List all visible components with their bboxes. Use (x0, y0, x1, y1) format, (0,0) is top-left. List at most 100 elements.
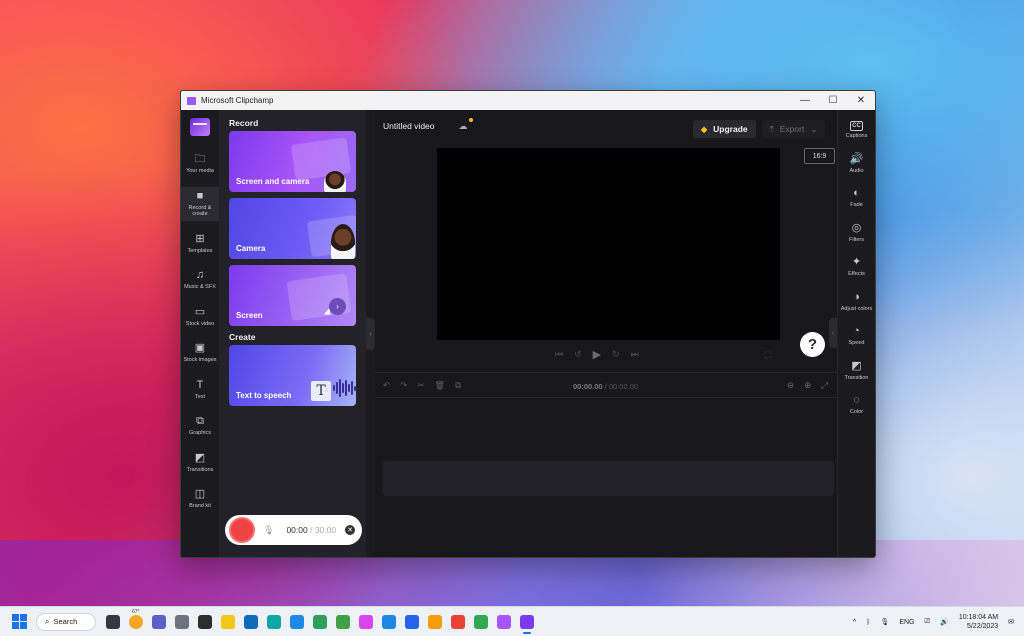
toolbar-item-transition[interactable]: ◩ Transition (845, 360, 869, 382)
toolbar-item-label: Effects (848, 271, 865, 277)
bluetooth-icon[interactable]: ᛒ (866, 619, 870, 626)
edge-beta-icon[interactable] (290, 614, 304, 629)
screen-card[interactable]: › Screen (229, 265, 356, 326)
snipping-tool-icon[interactable] (359, 614, 373, 629)
close-button[interactable]: ✕ (847, 91, 875, 110)
sidebar-item-stock-video[interactable]: ▭ Stock video (181, 303, 219, 331)
undo-icon[interactable]: ↶ (383, 380, 390, 391)
sidebar-item-templates[interactable]: ⊞ Templates (181, 230, 219, 258)
file-explorer-icon[interactable] (221, 614, 235, 629)
maximize-button[interactable]: ☐ (819, 91, 847, 110)
terminal-icon[interactable] (198, 614, 212, 629)
clipchamp-icon[interactable] (520, 614, 534, 634)
taskbar-search-box[interactable]: ⌕ Search (36, 612, 96, 631)
sidebar-item-music-sfx[interactable]: ♫ Music & SFX (181, 266, 219, 294)
fullscreen-icon[interactable]: ⛶ (765, 350, 771, 361)
show-hidden-icons-icon[interactable]: ^ (853, 619, 856, 626)
edge-icon[interactable] (267, 614, 281, 629)
skip-forward-icon[interactable]: ⏭ (631, 349, 639, 361)
sidebar-item-transitions[interactable]: ◩ Transitions (181, 449, 219, 477)
sidebar-item-label: Templates (187, 247, 213, 254)
minimize-button[interactable]: — (791, 91, 819, 110)
fit-timeline-icon[interactable]: ⤢ (821, 380, 828, 391)
delete-icon[interactable]: 🗑 (434, 380, 445, 391)
microphone-tray-icon[interactable]: 🎙 (880, 618, 889, 626)
sidebar-item-label: Transitions (186, 466, 214, 473)
export-button[interactable]: ⤒ Export ⌄ (762, 120, 826, 138)
chrome-canary-icon[interactable] (428, 614, 442, 629)
toolbar-item-label: Transition (844, 374, 869, 381)
aspect-ratio-button[interactable]: 16:9 (804, 148, 835, 164)
app-grid-icon[interactable] (474, 614, 488, 629)
screen-and-camera-card[interactable]: Screen and camera (229, 131, 356, 192)
timeline-track[interactable] (383, 461, 834, 496)
volume-icon[interactable]: 🔊 (940, 618, 949, 626)
rewind-icon[interactable]: ↺ (574, 349, 582, 361)
help-button[interactable]: ? (800, 332, 825, 357)
window-title: Microsoft Clipchamp (201, 96, 274, 105)
toolbar-item-filters[interactable]: ◎ Filters (849, 222, 864, 244)
notification-icon[interactable]: ✉ (1008, 618, 1014, 626)
sidebar-item-stock-images[interactable]: ▣ Stock images (181, 339, 219, 367)
microphone-icon[interactable]: 🎙 (263, 525, 274, 536)
weather-icon[interactable]: 67° (129, 609, 143, 629)
clipchamp-logo-icon[interactable] (190, 118, 210, 136)
divider (375, 372, 837, 373)
close-recorder-icon[interactable]: ✕ (345, 525, 356, 535)
record-button[interactable] (229, 517, 255, 543)
waveform-icon (333, 377, 356, 399)
sidebar-item-graphics[interactable]: ⧉ Graphics (181, 412, 219, 440)
clipchamp-app-icon (187, 96, 196, 105)
sidebar-item-text[interactable]: T Text (181, 376, 219, 404)
effects-icon: ✦ (851, 256, 862, 268)
duplicate-icon[interactable]: ⧉ (455, 380, 461, 391)
toolbar-item-audio[interactable]: 🔊 Audio (849, 153, 863, 175)
toolbar-item-captions[interactable]: CC Captions (846, 120, 867, 140)
windows-start-icon[interactable] (12, 614, 27, 629)
camera-person-thumbnail (331, 224, 355, 259)
toolbar-item-fade[interactable]: ◐ Fade (850, 187, 863, 209)
settings-icon[interactable] (175, 614, 189, 629)
text-to-speech-card[interactable]: T Text to speech (229, 345, 356, 406)
split-icon[interactable]: ✂ (417, 380, 424, 391)
toolbar-item-color[interactable]: ◌ Color (850, 394, 863, 416)
paint-icon[interactable] (497, 614, 511, 629)
edge-canary-icon[interactable] (336, 614, 350, 629)
input-language[interactable]: ENG (899, 619, 914, 626)
notepad-icon[interactable] (382, 614, 396, 629)
collapse-panel-button[interactable]: ‹ (366, 317, 375, 350)
camera-card[interactable]: Camera (229, 198, 356, 259)
windows-taskbar: ⌕ Search 67° ^ ᛒ 🎙 ENG ⎚ 🔊 10:18:04 AM 5… (0, 606, 1024, 636)
toolbar-item-speed[interactable]: ◔ Speed (849, 325, 865, 347)
forward-icon[interactable]: ↻ (612, 349, 620, 361)
upload-icon: ⤒ (770, 123, 774, 134)
play-icon[interactable]: ▶ (593, 348, 601, 361)
redo-icon[interactable]: ↷ (400, 380, 407, 391)
time-total: 00:00.00 (608, 382, 639, 391)
toolbar-item-label: Audio (849, 167, 864, 174)
toolbar-item-adjust-colors[interactable]: ◑ Adjust colors (841, 291, 873, 313)
skip-back-icon[interactable]: ⏮ (555, 349, 563, 361)
sidebar-item-label: Your media (186, 168, 214, 174)
edge-dev-icon[interactable] (313, 614, 327, 629)
toolbar-item-effects[interactable]: ✦ Effects (848, 256, 865, 278)
timer-current: 00:00 (286, 525, 308, 535)
network-icon[interactable]: ⎚ (924, 618, 930, 626)
sidebar-item-label: Stock images (183, 357, 217, 363)
sidebar-item-record-create[interactable]: ■ Record & create (181, 186, 219, 221)
project-title[interactable]: Untitled video (383, 121, 435, 131)
collapse-right-panel-button[interactable]: ‹ (829, 318, 837, 348)
chrome-icon[interactable] (451, 614, 465, 629)
sidebar-item-your-media[interactable]: 🗀 Your media (181, 150, 219, 178)
clock[interactable]: 10:18:04 AM 5/22/2023 (959, 613, 998, 631)
zoom-out-icon[interactable]: ⊖ (787, 380, 794, 391)
shapes-icon: ⧉ (196, 415, 204, 427)
upgrade-button[interactable]: ◆ Upgrade (693, 120, 756, 138)
cloud-sync-off-icon[interactable]: ☁ (459, 117, 473, 132)
task-view-icon[interactable] (106, 614, 120, 629)
sidebar-item-brand-kit[interactable]: ◫ Brand kit (181, 485, 219, 513)
store-icon[interactable] (405, 614, 419, 629)
outlook-icon[interactable] (244, 614, 258, 629)
zoom-in-icon[interactable]: ⊕ (804, 380, 811, 391)
chat-icon[interactable] (152, 614, 166, 629)
